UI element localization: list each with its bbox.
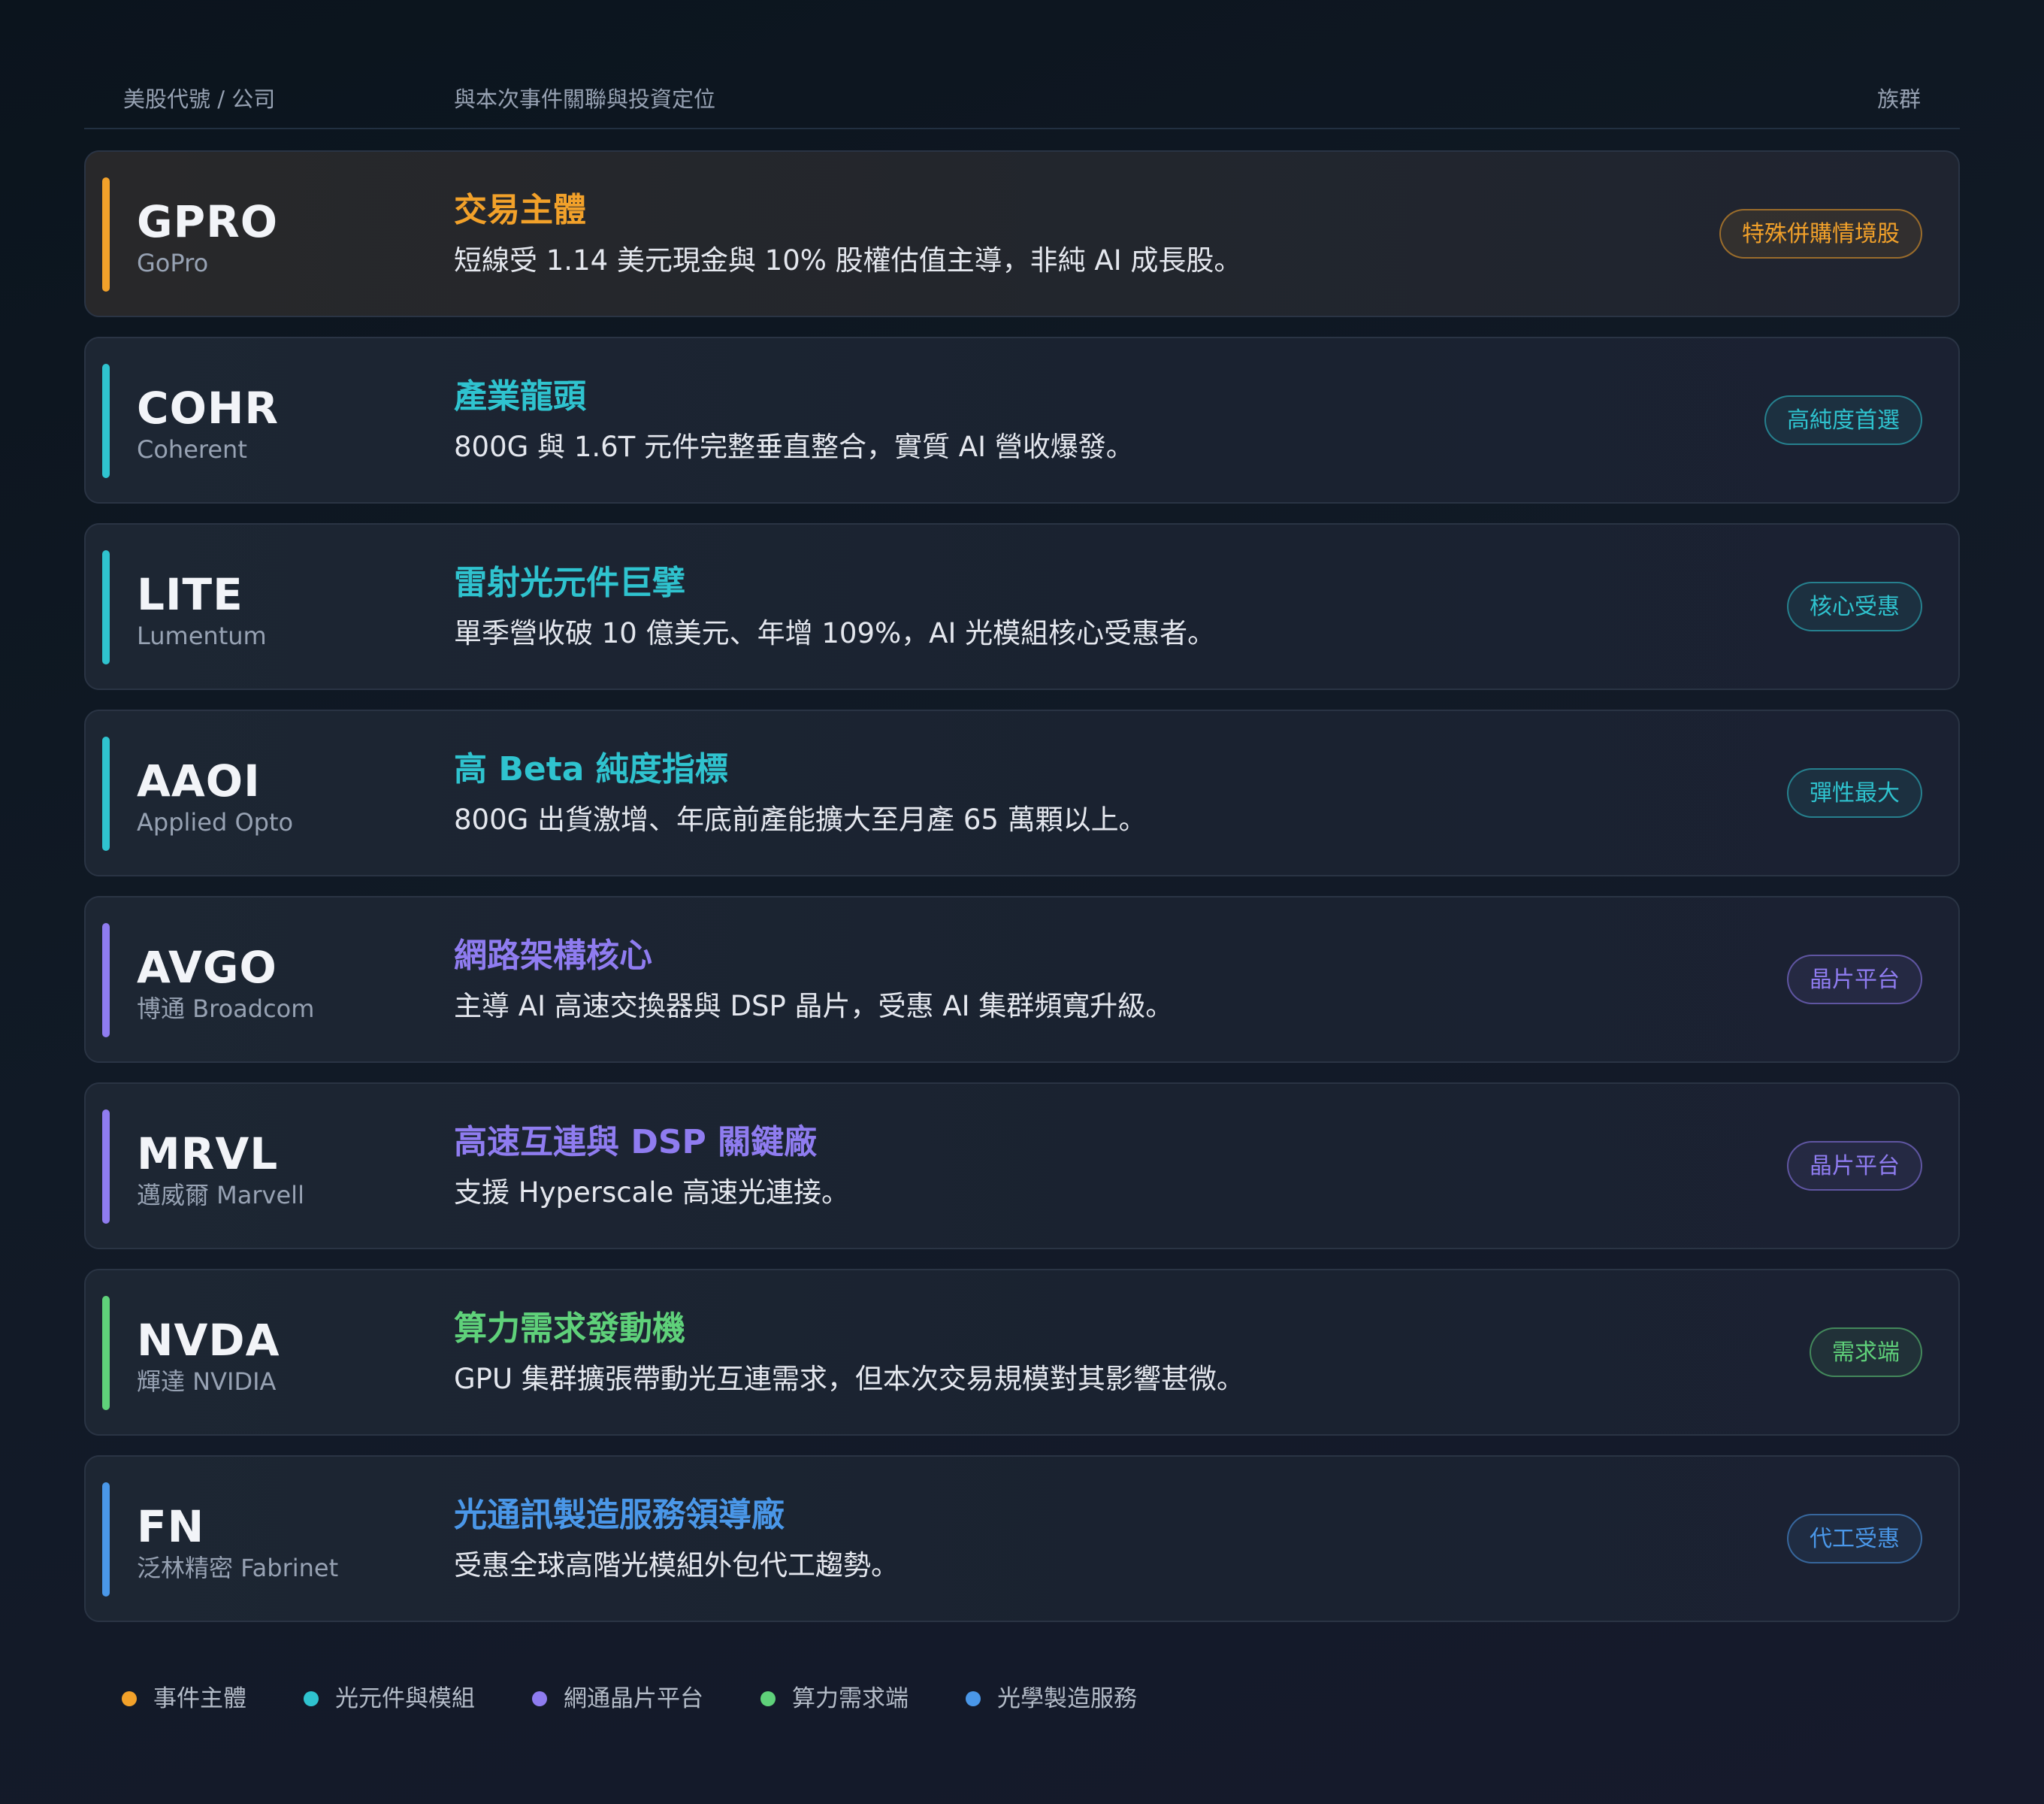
ticker-symbol: LITE xyxy=(137,569,243,620)
table-row: AVGO 博通 Broadcom 網路架構核心 主導 AI 高速交換器與 DSP… xyxy=(84,896,1960,1063)
accent-bar xyxy=(102,1109,110,1224)
company-name: 邁威爾 Marvell xyxy=(137,1181,304,1209)
role-title: 光通訊製造服務領導廠 xyxy=(454,1496,785,1534)
accent-bar xyxy=(102,177,110,292)
role-description: 短線受 1.14 美元現金與 10% 股權估值主導，非純 AI 成長股。 xyxy=(454,244,1242,277)
legend-label: 網通晶片平台 xyxy=(564,1685,703,1712)
role-title: 交易主體 xyxy=(454,191,586,229)
legend-dot xyxy=(760,1691,776,1706)
legend-item: 事件主體 xyxy=(122,1684,246,1714)
company-name: Coherent xyxy=(137,435,247,464)
stock-list: GPRO GoPro 交易主體 短線受 1.14 美元現金與 10% 股權估值主… xyxy=(84,150,1960,1642)
ticker-symbol: FN xyxy=(137,1501,205,1552)
group-badge: 彈性最大 xyxy=(1787,768,1922,818)
ticker-symbol: AVGO xyxy=(137,942,277,993)
company-name: 博通 Broadcom xyxy=(137,994,315,1023)
group-badge: 核心受惠 xyxy=(1787,582,1922,631)
role-title: 雷射光元件巨擘 xyxy=(454,564,685,602)
role-title: 高 Beta 純度指標 xyxy=(454,750,728,788)
accent-bar xyxy=(102,550,110,664)
role-description: 單季營收破 10 億美元、年增 109%，AI 光模組核心受惠者。 xyxy=(454,617,1216,649)
role-title: 產業龍頭 xyxy=(454,377,586,416)
accent-bar xyxy=(102,364,110,478)
role-description: 800G 與 1.6T 元件完整垂直整合，實質 AI 營收爆發。 xyxy=(454,431,1134,463)
ticker-symbol: AAOI xyxy=(137,755,261,807)
role-description: 800G 出貨激增、年底前產能擴大至月產 65 萬顆以上。 xyxy=(454,804,1147,836)
table-row: AAOI Applied Opto 高 Beta 純度指標 800G 出貨激增、… xyxy=(84,710,1960,876)
legend-item: 算力需求端 xyxy=(760,1684,909,1714)
group-badge: 特殊併購情境股 xyxy=(1719,209,1922,259)
table-row: GPRO GoPro 交易主體 短線受 1.14 美元現金與 10% 股權估值主… xyxy=(84,150,1960,317)
company-name: Lumentum xyxy=(137,622,267,650)
accent-bar xyxy=(102,1482,110,1597)
company-name: Applied Opto xyxy=(137,808,294,837)
group-badge: 高純度首選 xyxy=(1764,395,1922,445)
role-title: 網路架構核心 xyxy=(454,937,652,975)
legend-label: 事件主體 xyxy=(153,1685,246,1712)
role-description: 受惠全球高階光模組外包代工趨勢。 xyxy=(454,1549,899,1582)
table-row: MRVL 邁威爾 Marvell 高速互連與 DSP 關鍵廠 支援 Hypers… xyxy=(84,1082,1960,1249)
ticker-symbol: COHR xyxy=(137,383,280,434)
group-badge: 代工受惠 xyxy=(1787,1514,1922,1563)
ticker-symbol: GPRO xyxy=(137,196,279,247)
ticker-symbol: MRVL xyxy=(137,1128,279,1179)
legend-item: 光學製造服務 xyxy=(966,1684,1137,1714)
legend-item: 光元件與模組 xyxy=(304,1684,475,1714)
column-header-company: 美股代號 / 公司 xyxy=(123,86,276,112)
role-description: 主導 AI 高速交換器與 DSP 晶片，受惠 AI 集群頻寬升級。 xyxy=(454,990,1174,1022)
accent-bar xyxy=(102,923,110,1037)
legend: 事件主體 光元件與模組 網通晶片平台 算力需求端 光學製造服務 xyxy=(122,1682,1194,1715)
accent-bar xyxy=(102,737,110,851)
role-title: 算力需求發動機 xyxy=(454,1309,685,1348)
accent-bar xyxy=(102,1296,110,1410)
role-description: GPU 集群擴張帶動光互連需求，但本次交易規模對其影響甚微。 xyxy=(454,1363,1244,1395)
ticker-symbol: NVDA xyxy=(137,1315,280,1366)
column-header-group: 族群 xyxy=(1876,86,1921,112)
legend-label: 光元件與模組 xyxy=(335,1685,475,1712)
legend-dot xyxy=(532,1691,547,1706)
legend-label: 光學製造服務 xyxy=(997,1685,1137,1712)
table-row: COHR Coherent 產業龍頭 800G 與 1.6T 元件完整垂直整合，… xyxy=(84,337,1960,504)
role-description: 支援 Hyperscale 高速光連接。 xyxy=(454,1176,850,1209)
legend-dot xyxy=(122,1691,137,1706)
group-badge: 需求端 xyxy=(1810,1327,1922,1377)
legend-label: 算力需求端 xyxy=(792,1685,909,1712)
table-row: LITE Lumentum 雷射光元件巨擘 單季營收破 10 億美元、年增 10… xyxy=(84,523,1960,690)
table-header: 美股代號 / 公司 與本次事件關聯與投資定位 族群 xyxy=(84,84,1960,129)
legend-dot xyxy=(966,1691,981,1706)
role-title: 高速互連與 DSP 關鍵廠 xyxy=(454,1123,818,1161)
table-row: FN 泛林精密 Fabrinet 光通訊製造服務領導廠 受惠全球高階光模組外包代… xyxy=(84,1455,1960,1622)
group-badge: 晶片平台 xyxy=(1787,1141,1922,1191)
table-row: NVDA 輝達 NVIDIA 算力需求發動機 GPU 集群擴張帶動光互連需求，但… xyxy=(84,1269,1960,1436)
legend-dot xyxy=(304,1691,319,1706)
company-name: GoPro xyxy=(137,249,209,277)
legend-item: 網通晶片平台 xyxy=(532,1684,703,1714)
company-name: 輝達 NVIDIA xyxy=(137,1367,277,1396)
company-name: 泛林精密 Fabrinet xyxy=(137,1554,339,1582)
column-header-position: 與本次事件關聯與投資定位 xyxy=(454,86,716,112)
group-badge: 晶片平台 xyxy=(1787,955,1922,1004)
